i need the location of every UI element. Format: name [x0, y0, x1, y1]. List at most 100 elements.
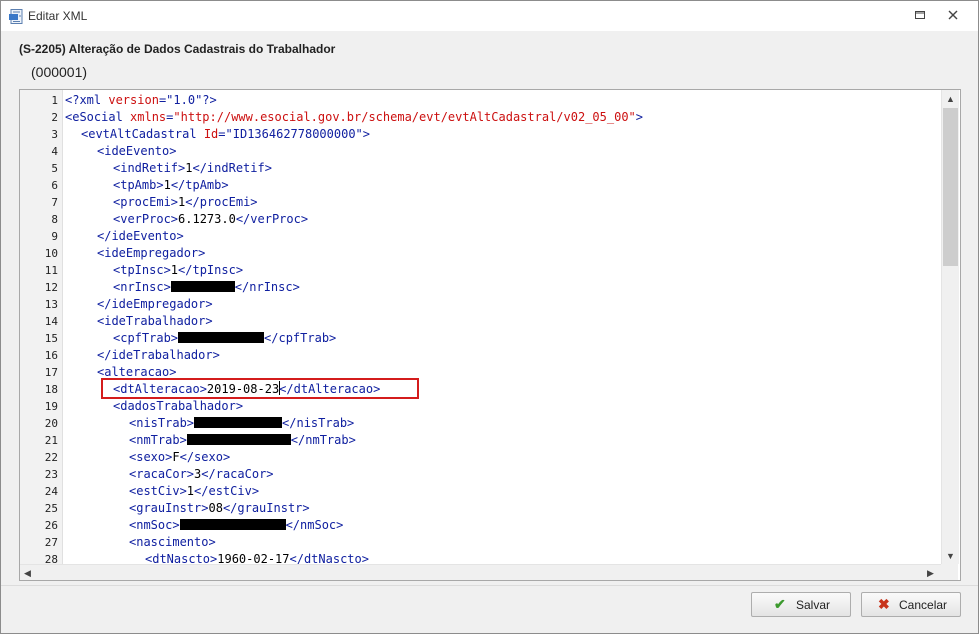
code-line[interactable]: </ideEmpregador>: [97, 296, 213, 313]
line-number-gutter: 1 2 3 4 5 6 7 8 9 10 11 12 13 14 15 16 17 18 19 20 21 22 23 24 2…: [20, 90, 63, 566]
code-line[interactable]: <tpAmb>1</tpAmb>: [113, 177, 229, 194]
code-line[interactable]: <nascimento>: [129, 534, 216, 551]
horizontal-scrollbar[interactable]: ◀ ▶: [20, 564, 941, 580]
xml-text: 1960-02-17: [217, 552, 290, 564]
xml-tag: <racaCor>: [129, 467, 195, 481]
code-line[interactable]: <tpInsc>1</tpInsc>: [113, 262, 243, 279]
xml-tag: <alteracao>: [97, 365, 177, 379]
line-number: 3: [51, 128, 58, 141]
line-number: 19: [44, 400, 58, 413]
line-number: 10: [44, 247, 58, 260]
line-number: 9: [51, 230, 58, 243]
code-line[interactable]: <indRetif>1</indRetif>: [113, 160, 272, 177]
xml-tag: </ideEvento>: [97, 229, 184, 243]
line-number: 7: [51, 196, 58, 209]
record-number: (000001): [31, 64, 88, 80]
line-number: 23: [44, 468, 58, 481]
xml-tag: </ideEmpregador>: [97, 297, 213, 311]
code-line[interactable]: <racaCor>3</racaCor>: [129, 466, 274, 483]
xml-tag: <ideEmpregador>: [97, 246, 206, 260]
dialog-header: (S-2205) Alteração de Dados Cadastrais d…: [1, 31, 978, 87]
xml-text: 1: [163, 178, 171, 192]
xml-tag: <dadosTrabalhador>: [113, 399, 244, 413]
line-number: 26: [44, 519, 58, 532]
code-line[interactable]: <evtAltCadastral Id="ID136462778000000">: [81, 126, 370, 143]
code-line[interactable]: <?xml version="1.0"?>: [65, 92, 217, 109]
xml-tag: ?>: [202, 93, 217, 107]
xml-tag: </nmSoc>: [285, 518, 344, 532]
code-line[interactable]: <ideEmpregador>: [97, 245, 205, 262]
xml-tag: </racaCor>: [201, 467, 274, 481]
xml-tag: </verProc>: [235, 212, 309, 226]
xml-tag: <ideEvento>: [97, 144, 177, 158]
code-line[interactable]: <ideTrabalhador>: [97, 313, 213, 330]
save-button-label: Salvar: [796, 598, 831, 612]
line-number: 8: [51, 213, 58, 226]
line-number: 6: [51, 179, 58, 192]
maximize-icon: [915, 11, 925, 19]
line-number: 11: [44, 264, 58, 277]
vertical-scrollbar[interactable]: ▲ ▼: [941, 90, 959, 564]
line-number: 27: [44, 536, 58, 549]
xml-tag: <nmSoc>: [129, 518, 180, 532]
xml-editor[interactable]: 1 2 3 4 5 6 7 8 9 10 11 12 13 14 15 16 17 18 19 20 21 22 23 24 2…: [19, 89, 961, 581]
code-line[interactable]: <ideEvento>: [97, 143, 176, 160]
code-line[interactable]: <cpfTrab> </cpfTrab>: [113, 330, 336, 347]
xml-tag: <nascimento>: [129, 535, 216, 549]
line-number: 22: [44, 451, 58, 464]
xml-file-icon: [9, 9, 23, 24]
xml-tag: <?xml: [65, 93, 102, 107]
code-area[interactable]: <?xml version="1.0"?> <eSocial xmlns="htt…: [63, 90, 941, 564]
xml-string: "1.0": [166, 93, 203, 107]
maximize-button[interactable]: [914, 9, 926, 21]
xml-attribute: "http://www.esocial.gov.br/schema/evt/ev…: [173, 110, 636, 124]
vertical-scroll-thumb[interactable]: [943, 108, 958, 266]
code-line[interactable]: <nmSoc> </nmSoc>: [129, 517, 343, 534]
code-line[interactable]: <nmTrab> </nmTrab>: [129, 432, 356, 449]
xml-tag: <eSocial: [65, 110, 123, 124]
code-line[interactable]: <verProc>6.1273.0</verProc>: [113, 211, 308, 228]
xml-text: [123, 110, 130, 124]
redacted-value: [170, 281, 235, 292]
xml-attribute: version: [108, 93, 159, 107]
cancel-button-label: Cancelar: [899, 598, 948, 612]
code-line[interactable]: <procEmi>1</procEmi>: [113, 194, 258, 211]
xml-attribute: Id: [203, 127, 219, 141]
code-line[interactable]: <estCiv>1</estCiv>: [129, 483, 259, 500]
scroll-left-arrow-icon[interactable]: ◀: [24, 568, 31, 578]
xml-tag: <tpInsc>: [113, 263, 171, 277]
xml-tag: <nisTrab>: [129, 416, 195, 430]
xml-tag: </procEmi>: [185, 195, 258, 209]
code-line[interactable]: <eSocial xmlns="http://www.esocial.gov.b…: [65, 109, 643, 126]
xml-attribute: xmlns: [130, 110, 167, 124]
line-number: 25: [44, 502, 58, 515]
redacted-value: [179, 519, 286, 530]
xml-tag: <procEmi>: [113, 195, 179, 209]
scroll-right-arrow-icon[interactable]: ▶: [927, 568, 934, 578]
code-line[interactable]: </ideEvento>: [97, 228, 184, 245]
code-line[interactable]: <dtNascto>1960-02-17</dtNascto>: [145, 551, 369, 564]
redacted-value: [194, 417, 283, 428]
code-line[interactable]: </ideTrabalhador>: [97, 347, 220, 364]
close-icon: [948, 10, 958, 20]
save-button[interactable]: ✔ Salvar: [751, 592, 851, 617]
xml-tag: </ideTrabalhador>: [97, 348, 220, 362]
code-line[interactable]: <grauInstr>08</grauInstr>: [129, 500, 310, 517]
xml-text: 08: [208, 501, 223, 515]
line-number: 4: [51, 145, 58, 158]
code-line[interactable]: <nrInsc> </nrInsc>: [113, 279, 300, 296]
xml-tag: </tpAmb>: [170, 178, 229, 192]
cancel-button[interactable]: ✖ Cancelar: [861, 592, 961, 617]
code-line[interactable]: <nisTrab> </nisTrab>: [129, 415, 354, 432]
xml-tag: >: [635, 110, 643, 124]
window-title: Editar XML: [28, 9, 88, 23]
scrollbar-corner: [941, 564, 958, 580]
scroll-up-arrow-icon[interactable]: ▲: [946, 94, 955, 104]
scroll-down-arrow-icon[interactable]: ▼: [946, 551, 955, 561]
title-bar: Editar XML: [1, 1, 978, 31]
xml-tag: </nmTrab>: [290, 433, 356, 447]
close-button[interactable]: [947, 9, 959, 21]
code-line[interactable]: <sexo>F</sexo>: [129, 449, 230, 466]
code-line[interactable]: <dadosTrabalhador>: [113, 398, 243, 415]
xml-tag: <tpAmb>: [113, 178, 164, 192]
